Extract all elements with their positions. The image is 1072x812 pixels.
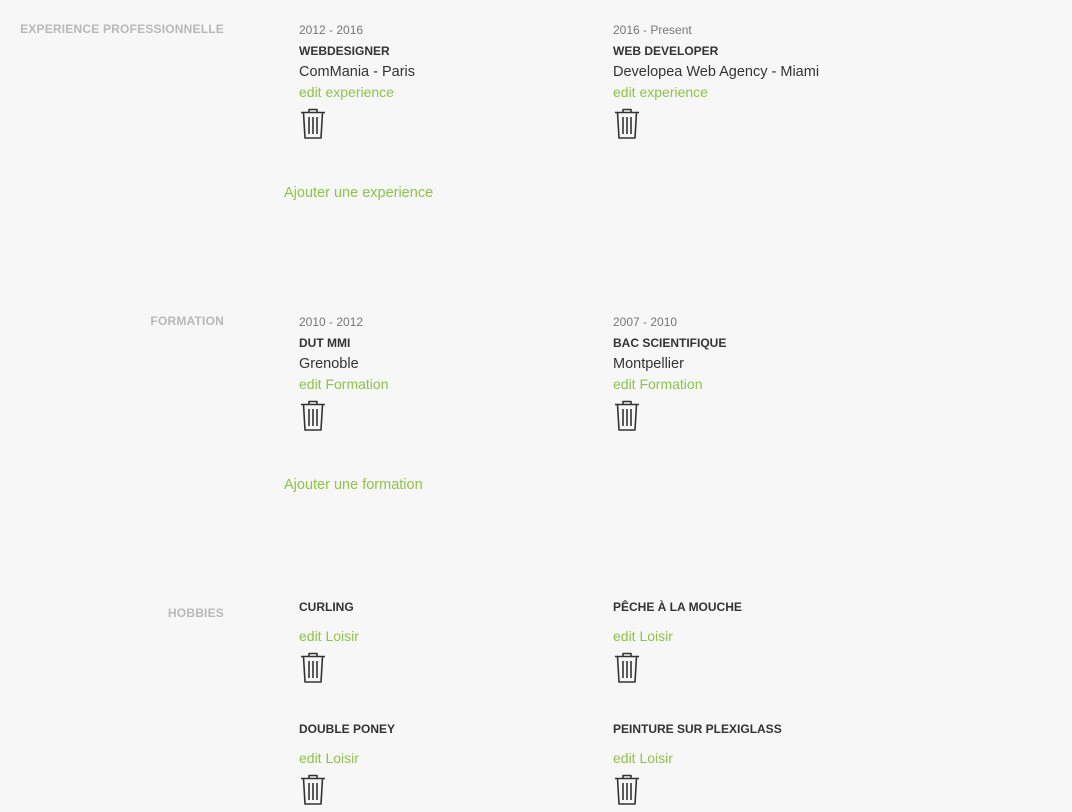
edit-formation-link[interactable]: edit Formation [299,376,388,392]
formation-location: Grenoble [299,356,359,372]
experience-title: WEBDESIGNER [299,44,390,58]
section-label-hobbies: HOBBIES [167,606,224,620]
experience-title: WEB DEVELOPER [613,44,719,58]
trash-icon[interactable] [299,772,327,806]
formation-card: 2010 - 2012 DUT MMI Grenoble edit Format… [299,315,589,432]
edit-hobby-link[interactable]: edit Loisir [299,628,359,644]
formation-dates: 2010 - 2012 [299,315,364,329]
formation-location: Montpellier [613,356,684,372]
edit-hobby-link[interactable]: edit Loisir [613,628,673,644]
trash-icon[interactable] [299,398,327,432]
trash-icon[interactable] [613,398,641,432]
add-formation-link[interactable]: Ajouter une formation [284,477,423,493]
formation-card: 2007 - 2010 BAC SCIENTIFIQUE Montpellier… [613,315,903,432]
hobby-card: PÊCHE À LA MOUCHE edit Loisir [613,600,903,684]
edit-hobby-link[interactable]: edit Loisir [613,750,673,766]
hobby-title: PÊCHE À LA MOUCHE [613,600,742,614]
trash-icon[interactable] [299,650,327,684]
experience-dates: 2016 - Present [613,23,692,37]
edit-experience-link[interactable]: edit experience [613,84,708,100]
edit-formation-link[interactable]: edit Formation [613,376,702,392]
edit-experience-link[interactable]: edit experience [299,84,394,100]
hobby-card: CURLING edit Loisir [299,600,589,684]
add-experience-link[interactable]: Ajouter une experience [284,185,433,201]
hobby-title: PEINTURE SUR PLEXIGLASS [613,722,782,736]
formation-title: DUT MMI [299,336,351,350]
hobby-card: PEINTURE SUR PLEXIGLASS edit Loisir [613,722,903,806]
section-label-experience: EXPERIENCE PROFESSIONNELLE [20,22,224,36]
edit-hobby-link[interactable]: edit Loisir [299,750,359,766]
formation-dates: 2007 - 2010 [613,315,678,329]
trash-icon[interactable] [613,650,641,684]
experience-card: 2016 - Present WEB DEVELOPER Developea W… [613,23,903,140]
trash-icon[interactable] [613,106,641,140]
experience-card: 2012 - 2016 WEBDESIGNER ComMania - Paris… [299,23,589,140]
experience-dates: 2012 - 2016 [299,23,364,37]
trash-icon[interactable] [613,772,641,806]
experience-company: Developea Web Agency - Miami [613,64,820,80]
trash-icon[interactable] [299,106,327,140]
experience-company: ComMania - Paris [299,64,416,80]
hobby-title: DOUBLE PONEY [299,722,396,736]
hobby-card: DOUBLE PONEY edit Loisir [299,722,589,806]
section-label-formation: FORMATION [150,314,224,328]
cv-editor-page: EXPERIENCE PROFESSIONNELLE 2012 - 2016 W… [0,0,1072,812]
formation-title: BAC SCIENTIFIQUE [613,336,727,350]
hobby-title: CURLING [299,600,354,614]
